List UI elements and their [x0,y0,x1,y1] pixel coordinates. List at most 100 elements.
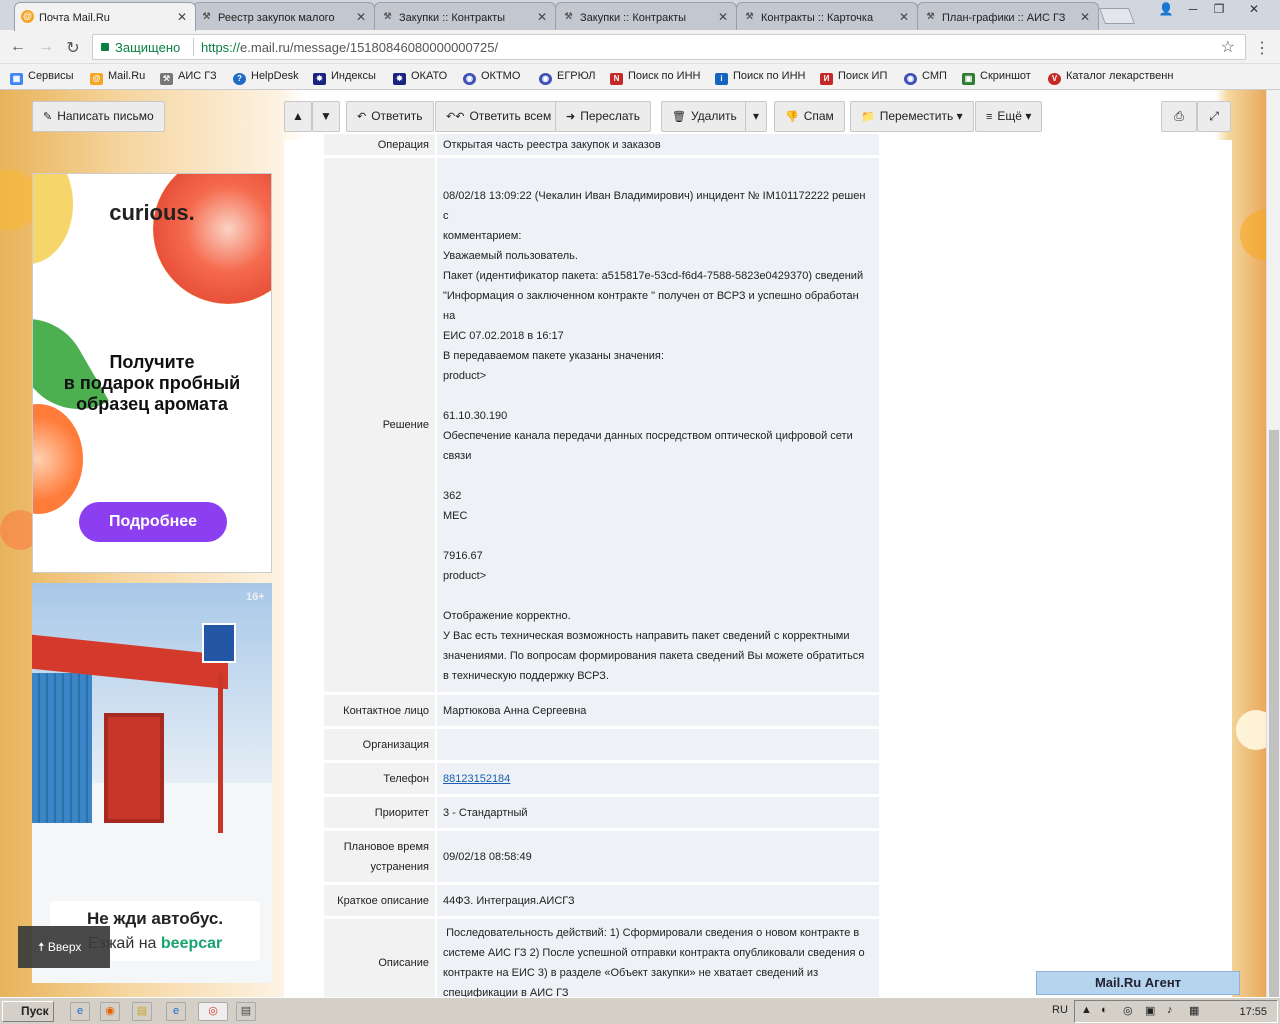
url-text[interactable]: https://e.mail.ru/message/15180846080000… [201,40,498,55]
reply-icon: ↶ [357,111,367,123]
forward-icon[interactable]: → [36,38,56,56]
volume-icon[interactable]: ♪ [1167,1004,1173,1016]
network-icon[interactable]: ▦ [1189,1004,1199,1017]
ie-icon[interactable]: e [70,1002,90,1021]
close-tab-icon[interactable]: ✕ [356,10,366,24]
reload-icon[interactable]: ↻ [63,38,83,58]
close-tab-icon[interactable]: ✕ [718,10,728,24]
new-tab-button[interactable] [1099,8,1135,24]
bookmark-services[interactable]: ▦ Сервисы [10,70,74,85]
forward-button[interactable]: ➜ Переслать [555,101,652,132]
solution-text: 08/02/18 13:09:22 (Чекалин Иван Владимир… [437,158,879,692]
next-message-button[interactable]: ▼ [312,101,340,132]
delete-button[interactable]: 🗑 Удалить [661,101,748,132]
ie-window-icon[interactable]: e [166,1002,186,1021]
screenshot-icon: ▣ [962,73,975,85]
close-tab-icon[interactable]: ✕ [1080,10,1090,24]
mailru-agent-bar[interactable]: Mail.Ru Агент [1036,971,1240,995]
table-row-description: Описание Последовательность действий: 1)… [324,919,879,997]
browser-tab-3[interactable]: ⚒ Закупки :: Контракты ✕ [374,2,556,30]
open-window-button[interactable]: ⤢ [1197,101,1231,132]
close-window-icon[interactable]: ✕ [1234,0,1274,18]
start-button[interactable]: Пуск [2,1001,54,1022]
bookmark-smp[interactable]: ◉ СМП [904,70,947,85]
field-value: 88123152184 [437,763,879,794]
bookmark-egrul[interactable]: ◉ ЕГРЮЛ [539,70,595,85]
browser-menu-icon[interactable]: ⋮ [1254,38,1270,58]
field-value: 3 - Стандартный [437,797,879,828]
explorer-icon[interactable]: ▤ [132,1002,152,1021]
user-icon[interactable]: 👤 [1153,0,1179,18]
delete-dropdown[interactable]: ▾ [745,101,767,132]
bookmark-helpdesk[interactable]: ? HelpDesk [233,70,299,85]
bookmark-star-icon[interactable]: ☆ [1221,37,1235,57]
description-text: Последовательность действий: 1) Сформиро… [437,919,879,997]
page-scrollbar[interactable] [1266,90,1280,1024]
move-button[interactable]: 📁 Переместить ▾ [850,101,974,132]
minimize-icon[interactable]: ─ [1180,0,1206,18]
text-line: значениями. По вопросам формирования пак… [443,650,865,662]
tray-app-icon[interactable]: ▣ [1145,1004,1155,1017]
arrow-down-icon: ▼ [320,109,332,123]
firefox-icon[interactable]: ◉ [100,1002,120,1021]
bookmark-inn-1[interactable]: N Поиск по ИНН [610,70,700,85]
browser-tab-2[interactable]: ⚒ Реестр закупок малого ✕ [193,2,375,30]
bookmark-indexes[interactable]: ✸ Индексы [313,70,376,85]
ad-more-button[interactable]: Подробнее [79,502,227,542]
prev-message-button[interactable]: ▲ [284,101,312,132]
field-label: Приоритет [324,797,435,828]
compose-button[interactable]: ✎ Написать письмо [32,101,165,132]
browser-tab-5[interactable]: ⚒ Контракты :: Карточка ✕ [736,2,918,30]
chrome-window-icon[interactable]: ◎ [198,1002,228,1021]
language-indicator[interactable]: RU [1052,1004,1068,1016]
scroll-up-button[interactable]: 🠅 Вверх [18,926,110,968]
text-line [443,386,873,406]
print-button[interactable]: ⎙ [1161,101,1197,132]
close-tab-icon[interactable]: ✕ [177,10,187,24]
secure-indicator[interactable]: Защищено [101,40,180,55]
field-value: 09/02/18 08:58:49 [437,831,879,882]
maximize-icon[interactable]: ❐ [1206,0,1232,18]
browser-tab-mail[interactable]: @ Почта Mail.Ru ✕ [14,2,196,31]
browser-tab-6[interactable]: ⚒ План-графики :: АИС ГЗ ✕ [917,2,1099,30]
close-tab-icon[interactable]: ✕ [899,10,909,24]
text-line: в техническую поддержку ВСРЗ. [443,670,609,682]
notepad-icon[interactable]: ▤ [236,1002,256,1021]
bookmark-screenshot[interactable]: ▣ Скриншот [962,70,1031,85]
bookmark-ip-search[interactable]: И Поиск ИП [820,70,887,85]
clock[interactable]: 17:55 [1239,1006,1267,1018]
more-button[interactable]: ≡ Ещё ▾ [975,101,1043,132]
taskbar: Пуск e ◉ ▤ e ◎ ▤ RU ▲ ◐ ◎ ▣ ♪ ▦ 17:55 [0,997,1280,1024]
age-rating: 16+ [246,591,265,603]
reply-all-icon: ↶↶ [446,111,465,123]
scrollbar-thumb[interactable] [1269,430,1279,1024]
phone-link[interactable]: 88123152184 [443,769,873,789]
bookmark-inn-2[interactable]: i Поиск по ИНН [715,70,805,85]
tray-app-icon[interactable]: ◐ [1101,1004,1108,1016]
spam-button[interactable]: 👎 Спам [774,101,845,132]
bookmark-oktmo[interactable]: ◉ ОКТМО [463,70,520,85]
tool-icon: ⚒ [564,11,573,21]
field-label: Краткое описание [324,885,435,916]
reply-button[interactable]: ↶ Ответить [346,101,434,132]
arrow-up-icon: ▲ [292,109,304,123]
bookmark-aisgz[interactable]: ⚒ АИС ГЗ [160,70,217,85]
reply-all-button[interactable]: ↶↶ Ответить всем [435,101,563,132]
tab-label: Контракты :: Карточка [761,12,874,24]
mail-page: ✎ Написать письмо ▲ ▼ ↶ Ответить ↶↶ Ответит… [0,90,1266,997]
bookmark-okato[interactable]: ✸ ОКАТО [393,70,447,85]
text-line: Последовательность действий: 1) Сформиро… [443,927,860,939]
text-line: комментарием: [443,230,522,242]
back-icon[interactable]: ← [8,38,28,56]
bookmark-mailru[interactable]: @ Mail.Ru [90,70,145,85]
advertisement-beepcar[interactable]: 16+ Не жди автобус. Езжай на beepcar [32,583,272,983]
browser-tab-4[interactable]: ⚒ Закупки :: Контракты ✕ [555,2,737,30]
advertisement-perfume[interactable]: curious. Получите в подарок пробный обра… [32,173,272,573]
expand-tray-icon[interactable]: ▲ [1081,1004,1092,1016]
text-line: спецификации в АИС ГЗ [443,987,569,997]
close-tab-icon[interactable]: ✕ [537,10,547,24]
tray-app-icon[interactable]: ◎ [1123,1004,1133,1017]
bookmark-catalog[interactable]: V Каталог лекарственн [1048,70,1173,85]
text-line [443,466,873,486]
address-bar[interactable]: Защищено https://e.mail.ru/message/15180… [92,34,1246,60]
